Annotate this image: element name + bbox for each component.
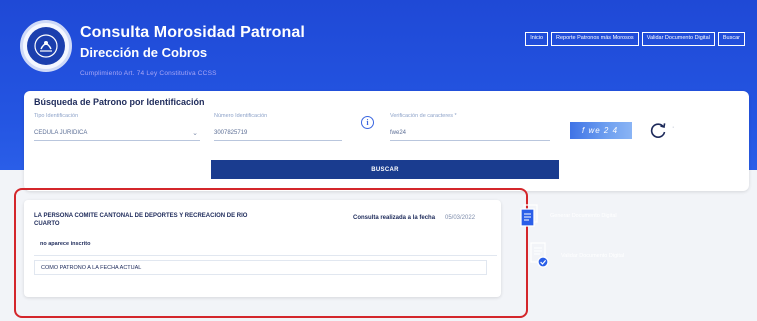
search-title: Búsqueda de Patrono por Identificación: [34, 97, 205, 107]
top-nav: Inicio Reporte Patronos más Morosos Vali…: [525, 32, 745, 46]
generar-documento-action[interactable]: Generar Documento Digital: [520, 204, 617, 228]
numero-identificacion-label: Número Identificación: [214, 113, 268, 119]
numero-identificacion-input[interactable]: 3007825719: [214, 127, 342, 141]
nav-buscar-button[interactable]: Buscar: [717, 32, 745, 46]
captcha-input[interactable]: fwe24: [390, 127, 550, 141]
info-icon[interactable]: i: [361, 116, 374, 129]
ccss-seal-icon: [27, 27, 65, 65]
captcha-image-text: f we 2 4: [582, 126, 619, 135]
page-title: Consulta Morosidad Patronal: [80, 24, 305, 41]
validar-documento-action[interactable]: Validar Documento Digital: [529, 242, 624, 270]
document-icon: [520, 204, 538, 227]
tipo-identificacion-select[interactable]: CEDULA JURIDICA ⌄: [34, 127, 200, 141]
captcha-input-value: fwe24: [390, 130, 407, 136]
chevron-down-icon: ⌄: [192, 130, 198, 137]
buscar-button[interactable]: BUSCAR: [211, 160, 559, 179]
captcha-image: f we 2 4: [570, 122, 632, 139]
law-note: Cumplimiento Art. 74 Ley Constitutiva CC…: [80, 70, 217, 77]
page-subtitle: Dirección de Cobros: [80, 45, 208, 60]
captcha-label: Verificación de caracteres *: [390, 113, 457, 119]
numero-identificacion-value: 3007825719: [214, 130, 248, 136]
nav-inicio-button[interactable]: Inicio: [525, 32, 549, 46]
ccss-logo: [20, 20, 72, 72]
generar-documento-label: Generar Documento Digital: [550, 213, 617, 219]
nav-reporte-button[interactable]: Reporte Patronos más Morosos: [551, 32, 639, 46]
validar-documento-label: Validar Documento Digital: [561, 253, 625, 259]
refresh-icon[interactable]: [648, 120, 668, 140]
nav-validar-button[interactable]: Validar Documento Digital: [641, 32, 715, 46]
red-highlight-box: [14, 188, 528, 318]
tipo-identificacion-value: CEDULA JURIDICA: [34, 130, 88, 136]
document-check-icon: [530, 242, 549, 268]
tipo-identificacion-label: Tipo Identificación: [34, 113, 79, 119]
dot-separator-icon: ·: [672, 124, 675, 131]
